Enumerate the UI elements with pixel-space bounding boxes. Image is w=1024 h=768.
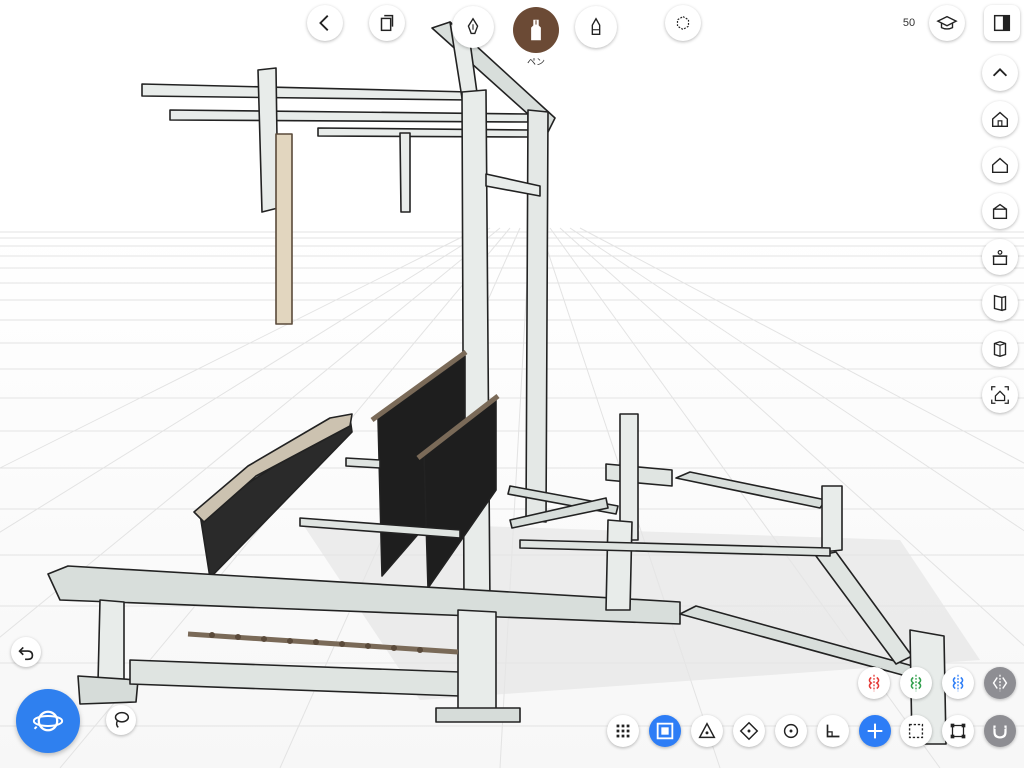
copy-icon <box>380 14 394 32</box>
bowl-view-button[interactable] <box>982 239 1018 275</box>
plus-snap-icon <box>867 723 883 739</box>
cube-icon <box>993 340 1007 358</box>
face-snap-icon <box>656 722 674 740</box>
graduation-cap-icon <box>936 15 958 30</box>
chevron-left-icon <box>319 15 329 31</box>
plus-snap-button[interactable] <box>859 715 891 747</box>
box-icon <box>992 203 1008 220</box>
undo-button[interactable] <box>11 637 41 667</box>
selection-snap-button[interactable] <box>900 715 932 747</box>
marker-tool[interactable] <box>575 6 617 48</box>
canvas-3d-viewport[interactable]: ペン 50 <box>0 0 1024 768</box>
side-panel-icon <box>993 14 1011 32</box>
diamond-snap-button[interactable] <box>733 715 765 747</box>
mirror-grey-icon <box>992 674 1008 692</box>
zoom-level: 50 <box>902 17 916 29</box>
pen-tool-active[interactable] <box>513 7 559 53</box>
cube-view-button[interactable] <box>982 331 1018 367</box>
corner-snap-icon <box>950 723 966 739</box>
mirror-green-button[interactable] <box>900 667 932 699</box>
lasso-button[interactable] <box>106 705 136 735</box>
bowl-icon <box>992 249 1008 266</box>
triangle-snap-button[interactable] <box>691 715 723 747</box>
diamond-snap-icon <box>739 721 759 741</box>
learn-button[interactable] <box>929 5 965 41</box>
back-button[interactable] <box>307 5 343 41</box>
fountain-pen-icon <box>467 17 479 35</box>
selection-snap-icon <box>908 723 924 739</box>
face-snap-button[interactable] <box>649 715 681 747</box>
house-outline-icon <box>991 157 1009 174</box>
marker-icon <box>591 17 601 36</box>
angle-snap-icon <box>826 724 840 738</box>
magnet-button[interactable] <box>984 715 1016 747</box>
box-view-button[interactable] <box>982 193 1018 229</box>
house-view-button[interactable] <box>982 147 1018 183</box>
lasso-icon <box>114 711 130 728</box>
book-view-button[interactable] <box>982 285 1018 321</box>
scene-svg <box>0 0 1024 768</box>
magnet-icon <box>993 725 1007 739</box>
mirror-blue-icon <box>952 674 964 692</box>
pen-tool-label: ペン <box>526 57 545 67</box>
collapse-button[interactable] <box>982 55 1018 91</box>
mirror-blue-button[interactable] <box>942 667 974 699</box>
mirror-grey-button[interactable] <box>984 667 1016 699</box>
home-icon <box>991 111 1009 128</box>
mirror-red-button[interactable] <box>858 667 890 699</box>
pen-icon <box>531 19 541 41</box>
angle-snap-button[interactable] <box>817 715 849 747</box>
grid-snap-button[interactable] <box>607 715 639 747</box>
orbit-navigation-icon <box>32 710 64 732</box>
circle-snap-icon <box>783 723 799 739</box>
triangle-snap-icon <box>698 722 716 739</box>
copy-button[interactable] <box>369 5 405 41</box>
framed-house-icon <box>991 386 1009 404</box>
view-cube-icon <box>676 15 690 31</box>
home-view-button[interactable] <box>982 101 1018 137</box>
chevron-up-icon <box>992 68 1008 77</box>
grid-snap-icon <box>616 724 630 738</box>
corner-snap-button[interactable] <box>942 715 974 747</box>
fountain-pen-tool[interactable] <box>452 6 494 48</box>
orbit-navigation-button[interactable] <box>16 689 80 753</box>
book-icon <box>993 294 1007 312</box>
mirror-green-icon <box>910 674 922 692</box>
framed-house-view-button[interactable] <box>982 377 1018 413</box>
undo-icon <box>18 646 34 661</box>
side-panel-button[interactable] <box>984 5 1020 41</box>
circle-snap-button[interactable] <box>775 715 807 747</box>
mirror-red-icon <box>868 674 880 692</box>
view-cube-button[interactable] <box>665 5 701 41</box>
